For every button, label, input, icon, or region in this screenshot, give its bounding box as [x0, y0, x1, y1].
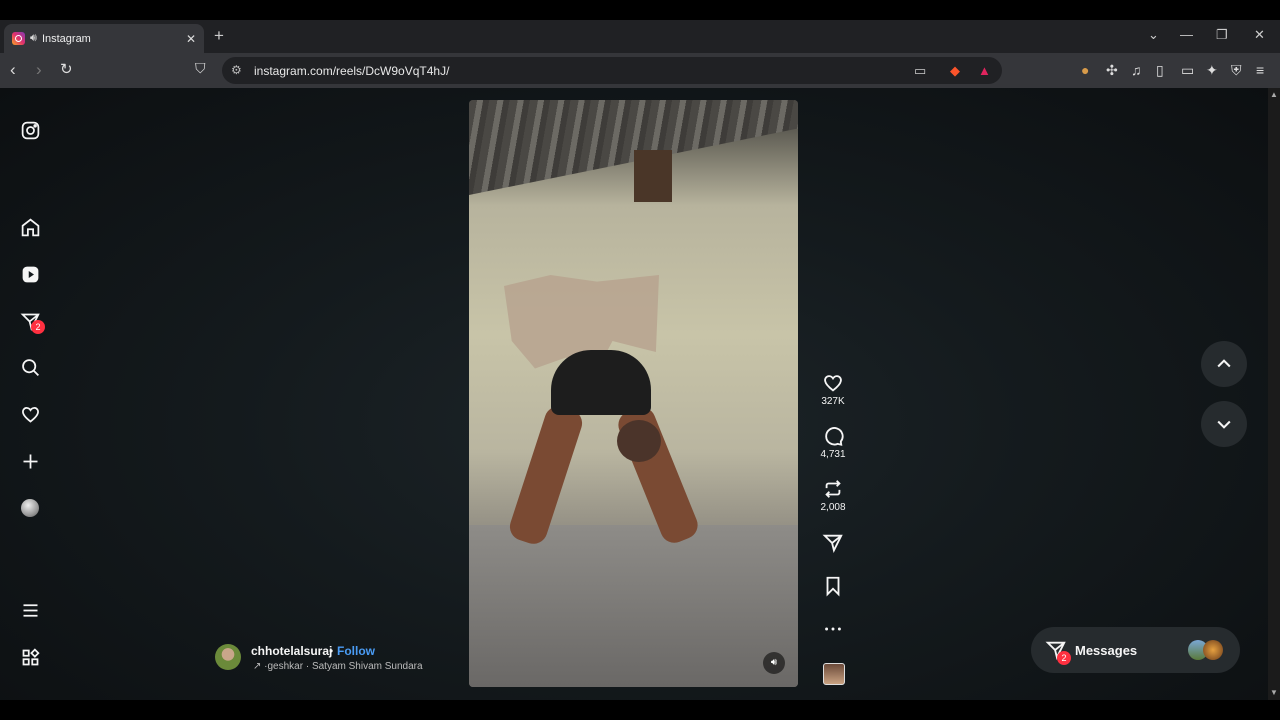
instagram-favicon-icon	[12, 32, 25, 45]
cast-icon[interactable]: ▭	[914, 57, 926, 84]
audio-toggle-icon[interactable]: 🔊︎	[763, 652, 785, 674]
home-icon[interactable]	[19, 216, 41, 238]
tab-instagram[interactable]: 🔊︎ Instagram ✕	[4, 24, 204, 53]
more-menu-icon[interactable]	[19, 599, 41, 621]
tab-close-icon[interactable]: ✕	[186, 32, 196, 46]
repost-icon	[825, 480, 841, 498]
speaker-icon[interactable]: 🔊︎	[30, 32, 37, 45]
messages-button[interactable]: 2 Messages	[1031, 627, 1240, 673]
browser-toolbar: ‹ › ↻ ⛉ ⚙ instagram.com/reels/DcW9oVqT4h…	[0, 53, 1280, 88]
new-tab-button[interactable]: +	[214, 26, 224, 46]
instagram-logo-icon[interactable]	[19, 119, 41, 141]
chevron-down-icon	[1217, 420, 1231, 429]
media-controls-icon[interactable]: ♫	[1131, 62, 1142, 78]
comment-button[interactable]: 4,731	[811, 425, 855, 460]
messages-label: Messages	[1075, 643, 1138, 658]
bookmark-icon	[826, 576, 840, 597]
repost-button[interactable]: 2,008	[811, 478, 855, 513]
author-username[interactable]: chhotelalsuraj	[251, 644, 332, 658]
reels-icon[interactable]	[19, 263, 41, 285]
forward-icon[interactable]: ›	[36, 60, 42, 80]
original-audio-thumbnail[interactable]	[823, 663, 845, 685]
video-window	[634, 150, 672, 202]
minimize-icon[interactable]: —	[1180, 27, 1193, 42]
screen-top-strip	[0, 0, 1280, 20]
leo-ai-icon[interactable]: ✦	[1206, 62, 1218, 79]
back-icon[interactable]: ‹	[10, 60, 16, 80]
video-floor	[469, 525, 798, 687]
video-person-shorts	[551, 350, 651, 415]
next-reel-button[interactable]	[1201, 401, 1247, 447]
instagram-page: 2 🔊︎	[0, 88, 1268, 700]
like-count: 327K	[821, 396, 845, 407]
extensions-icon[interactable]: ✣	[1106, 62, 1118, 79]
author-separator: •	[329, 644, 334, 658]
comment-icon	[825, 427, 844, 446]
share-button[interactable]	[811, 532, 855, 554]
scroll-up-icon[interactable]: ▲	[1270, 90, 1278, 99]
tab-title: Instagram	[41, 32, 91, 45]
scroll-down-icon[interactable]: ▼	[1270, 688, 1278, 697]
comment-count: 4,731	[820, 449, 846, 460]
chevron-up-icon	[1217, 359, 1231, 368]
like-button[interactable]: 327K	[811, 372, 855, 407]
search-icon[interactable]	[19, 356, 41, 378]
address-bar[interactable]: ⚙ instagram.com/reels/DcW9oVqT4hJ/ ▭ ◆ ▲	[222, 57, 1002, 84]
more-options-button[interactable]	[811, 618, 855, 640]
sidebar-toggle-icon[interactable]: ▯	[1156, 62, 1164, 79]
reel-author: chhotelalsuraj • Follow ↗ ·geshkar · Sat…	[215, 644, 465, 684]
brave-shields-icon[interactable]: ◆	[950, 57, 960, 84]
profile-avatar[interactable]	[19, 497, 41, 519]
tab-bar: 🔊︎ Instagram ✕ + ⌄ — ❐ ✕	[0, 20, 1280, 53]
also-from-meta-icon[interactable]	[19, 646, 41, 668]
reload-icon[interactable]: ↻	[60, 60, 73, 78]
author-avatar[interactable]	[215, 644, 241, 670]
profile-moon-icon	[21, 499, 39, 517]
messages-badge: 2	[1057, 651, 1071, 665]
heart-icon	[824, 375, 842, 392]
site-info-icon[interactable]: ⚙	[231, 57, 242, 84]
notification-badge: 2	[31, 320, 45, 334]
follow-button[interactable]: Follow	[337, 644, 375, 658]
url-text: instagram.com/reels/DcW9oVqT4hJ/	[254, 64, 450, 78]
screen-bottom-strip	[0, 700, 1280, 720]
ellipsis-icon	[825, 627, 841, 631]
heart-notifications-icon[interactable]	[19, 403, 41, 425]
vpn-shield-icon[interactable]: ⛨	[1231, 62, 1242, 79]
window-close-icon[interactable]: ✕	[1254, 27, 1265, 43]
reel-video[interactable]: 🔊︎	[469, 100, 798, 687]
direct-messages-icon[interactable]: 2	[19, 310, 45, 334]
bookmark-page-icon[interactable]: ⛉	[195, 60, 206, 77]
wallet-icon[interactable]: ▭	[1181, 62, 1194, 79]
restore-icon[interactable]: ❐	[1216, 27, 1228, 43]
message-avatar-2	[1203, 640, 1223, 660]
repost-count: 2,008	[820, 502, 846, 513]
cookie-extension-icon[interactable]: ●	[1081, 62, 1089, 78]
save-button[interactable]	[811, 575, 855, 597]
video-person-head	[617, 420, 661, 462]
previous-reel-button[interactable]	[1201, 341, 1247, 387]
share-icon	[822, 534, 843, 553]
audio-track-link[interactable]: ↗ ·geshkar · Satyam Shivam Sundara	[253, 661, 423, 672]
page-scrollbar[interactable]: ▲ ▼	[1268, 88, 1280, 700]
browser-menu-icon[interactable]: ≡	[1256, 62, 1264, 78]
create-plus-icon[interactable]	[19, 450, 41, 472]
tab-search-chevron-icon[interactable]: ⌄	[1148, 27, 1159, 43]
brave-rewards-icon[interactable]: ▲	[978, 57, 991, 84]
